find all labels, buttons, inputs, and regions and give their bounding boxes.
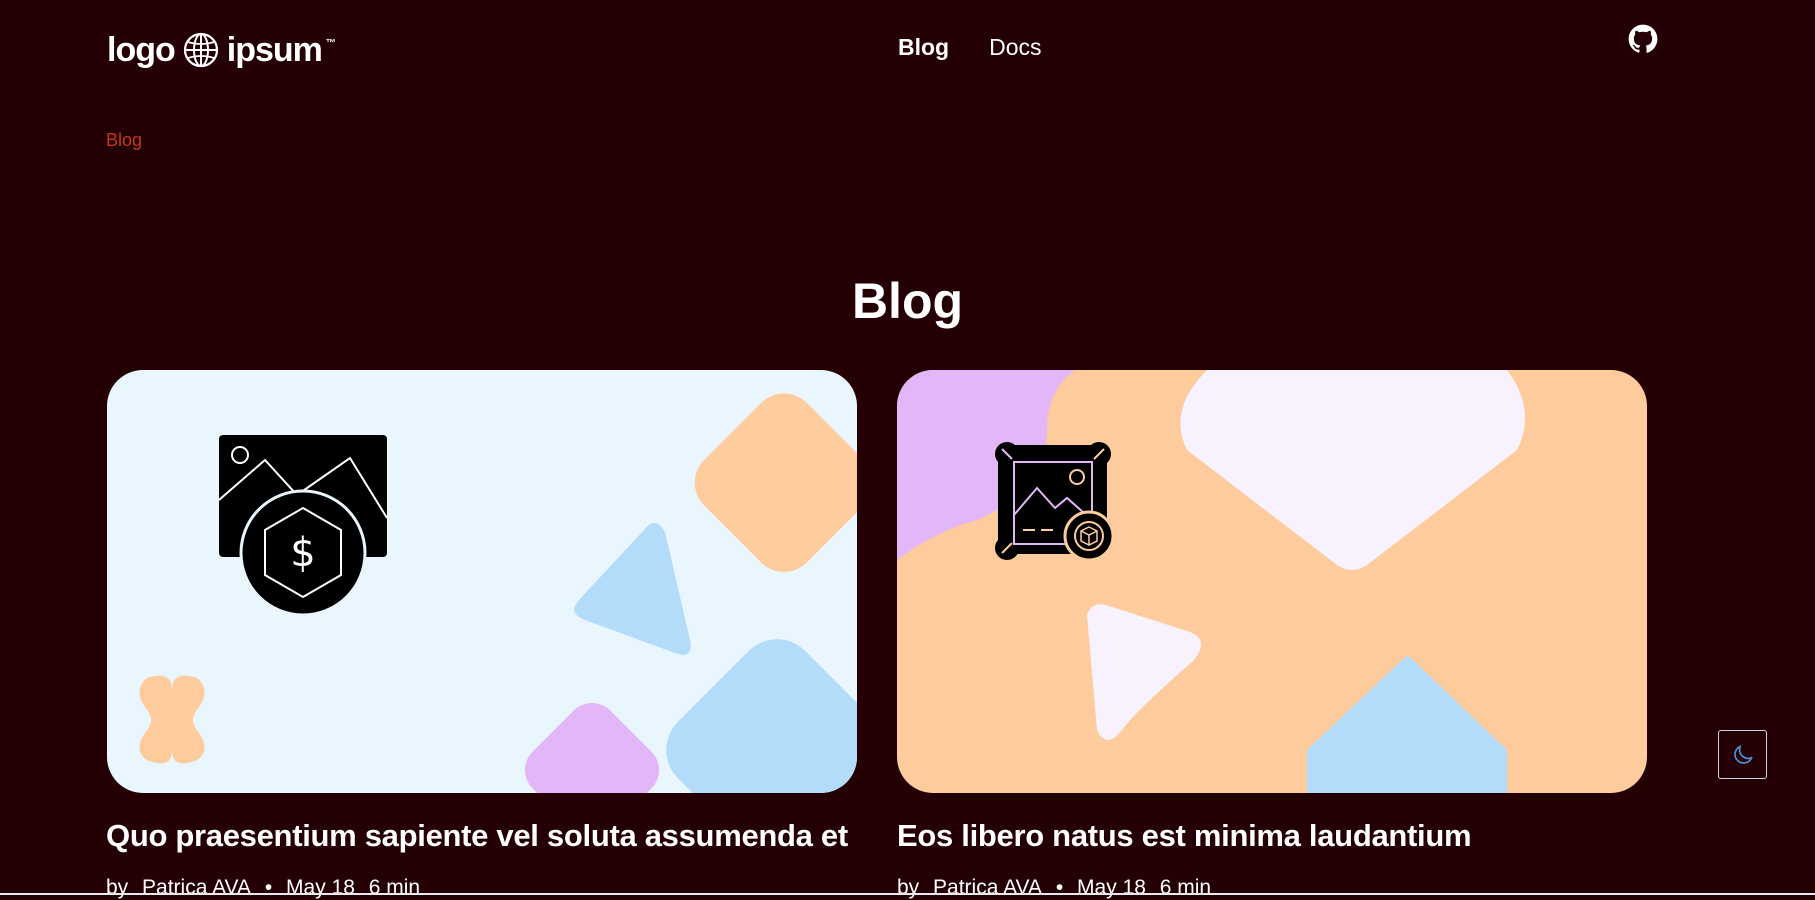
nav-link-blog[interactable]: Blog (898, 34, 949, 61)
nav-link-docs[interactable]: Docs (989, 34, 1041, 61)
post-1-cover-image[interactable]: $ (107, 370, 857, 793)
theme-toggle-button[interactable] (1718, 730, 1767, 779)
post-1-separator: • (264, 876, 273, 899)
site-logo[interactable]: logo ipsum ™ (107, 28, 336, 72)
post-1-author[interactable]: Patrica AVA (142, 876, 251, 899)
post-2-separator: • (1055, 876, 1064, 899)
post-1-meta: by Patrica AVA • May 18 6 min (106, 876, 428, 900)
post-2-read-time: 6 min (1159, 876, 1212, 899)
post-1-date: May 18 (286, 876, 355, 899)
svg-text:$: $ (290, 530, 315, 576)
post-2-author[interactable]: Patrica AVA (933, 876, 1042, 899)
site-header: logo ipsum ™ Blog Docs (0, 0, 1815, 100)
globe-icon (183, 32, 219, 68)
breadcrumb[interactable]: Blog (106, 130, 142, 151)
post-2-cover-image[interactable] (897, 370, 1647, 793)
logo-trademark: ™ (325, 37, 336, 49)
main-nav: Blog Docs (898, 34, 1042, 61)
logo-text-left: logo (107, 30, 176, 69)
github-icon[interactable] (1628, 24, 1658, 54)
post-2-by: by (897, 876, 920, 899)
post-2-title[interactable]: Eos libero natus est minima laudantium (897, 818, 1472, 854)
page-title: Blog (851, 273, 964, 329)
post-2-date: May 18 (1077, 876, 1146, 899)
post-1-by: by (106, 876, 129, 899)
post-2-meta: by Patrica AVA • May 18 6 min (897, 876, 1219, 900)
post-1-title[interactable]: Quo praesentium sapiente vel soluta assu… (106, 818, 848, 854)
image-frame-cube-icon (995, 442, 1115, 562)
post-1-read-time: 6 min (368, 876, 421, 899)
logo-text-right: ipsum (226, 30, 323, 69)
moon-icon (1733, 744, 1753, 764)
